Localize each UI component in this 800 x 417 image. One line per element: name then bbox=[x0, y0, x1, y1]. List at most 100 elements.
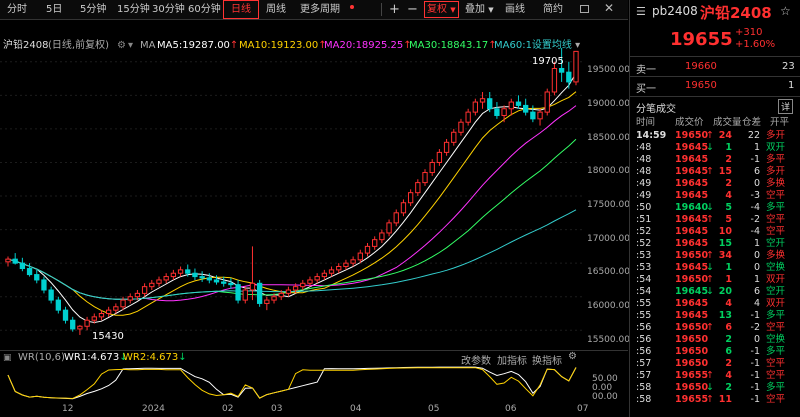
ma-legend: 沪铅2408 (日线,前复权) ⚙ ▾ MA MA5:19287.00↑ MA1… bbox=[0, 19, 628, 51]
menu-icon[interactable]: ☰ bbox=[636, 5, 646, 18]
tick-price: 19640 bbox=[675, 202, 709, 213]
tab-fenshi[interactable]: 分时 bbox=[7, 0, 27, 19]
candle bbox=[350, 256, 356, 267]
tick-type: 空换 bbox=[766, 262, 786, 273]
tick-volume: 1 bbox=[725, 262, 732, 273]
tab-5day[interactable]: 5日 bbox=[46, 0, 62, 19]
tick-oi-change: -1 bbox=[750, 382, 760, 393]
tick-type: 空平 bbox=[766, 214, 786, 225]
candle bbox=[544, 88, 550, 116]
candle bbox=[12, 253, 18, 265]
tick-time: :53 bbox=[636, 262, 652, 273]
quote-code: pb2408 bbox=[652, 4, 698, 18]
tab-15min[interactable]: 15分钟 bbox=[117, 0, 150, 19]
tick-time: :51 bbox=[636, 214, 652, 225]
tick-volume: 2 bbox=[725, 178, 732, 189]
candle bbox=[163, 273, 169, 284]
sell1-label: 卖一 bbox=[636, 65, 656, 76]
candlestick-chart[interactable] bbox=[0, 35, 585, 347]
tick-oi-change: 0 bbox=[753, 178, 760, 189]
tick-type: 空开 bbox=[766, 286, 786, 297]
fuquan-button[interactable]: 复权 ▼ bbox=[424, 1, 459, 18]
simple-mode-button[interactable]: 简约 bbox=[543, 0, 563, 19]
star-icon[interactable]: ☆ bbox=[780, 4, 791, 18]
tick-type: 双开 bbox=[766, 298, 786, 309]
chevron-down-icon: ▼ bbox=[450, 6, 456, 14]
tab-5min[interactable]: 5分钟 bbox=[80, 0, 106, 19]
tick-volume: 5 bbox=[725, 202, 732, 213]
draw-line-button[interactable]: 画线 bbox=[505, 0, 525, 19]
low-annotation: 15430 bbox=[92, 331, 124, 342]
tick-arrow: ↓ bbox=[706, 262, 714, 273]
candle bbox=[70, 316, 76, 332]
tick-row: :57 19655 ↑ 4 -1 空平 bbox=[630, 370, 800, 382]
tick-volume: 15 bbox=[718, 166, 732, 177]
wr-indicator-chart[interactable] bbox=[0, 364, 585, 402]
candle bbox=[256, 279, 263, 307]
tick-time: :48 bbox=[636, 142, 652, 153]
candle bbox=[415, 179, 421, 197]
tab-60min[interactable]: 60分钟 bbox=[188, 0, 221, 19]
tick-time: :56 bbox=[636, 346, 652, 357]
tab-weekly[interactable]: 周线 bbox=[266, 0, 286, 19]
candle bbox=[156, 276, 162, 287]
time-tick: 05 bbox=[428, 404, 440, 414]
candle bbox=[19, 257, 26, 272]
resize-icon[interactable] bbox=[580, 5, 589, 13]
tick-type: 多平 bbox=[766, 202, 786, 213]
zoom-out-button[interactable]: − bbox=[407, 0, 418, 19]
candle bbox=[62, 306, 69, 324]
tick-price: 19650 bbox=[675, 382, 709, 393]
tick-row: 14:59 19650 ↑ 24 22 多开 bbox=[630, 130, 800, 142]
ma30-line bbox=[7, 138, 577, 300]
candle bbox=[149, 279, 155, 291]
tick-price: 19645 bbox=[675, 214, 709, 225]
candle bbox=[422, 169, 428, 186]
tick-type: 空开 bbox=[766, 238, 786, 249]
tick-arrow: ↑ bbox=[706, 394, 714, 405]
candle bbox=[235, 279, 241, 304]
tick-oi-change: -3 bbox=[750, 190, 760, 201]
tick-row: :56 19650 2 0 空换 bbox=[630, 334, 800, 346]
settings-icon[interactable]: ⚙ bbox=[568, 351, 577, 362]
candle bbox=[566, 61, 572, 89]
tick-volume: 13 bbox=[718, 310, 732, 321]
candle bbox=[458, 118, 464, 136]
candle bbox=[443, 138, 450, 156]
tick-price: 19650 bbox=[675, 334, 709, 345]
tab-30min[interactable]: 30分钟 bbox=[152, 0, 185, 19]
candle bbox=[41, 276, 47, 294]
tick-row: :54 19645 ↓ 20 6 空开 bbox=[630, 286, 800, 298]
tick-price: 19650 bbox=[675, 322, 709, 333]
tick-row: :52 19645 15 1 空开 bbox=[630, 238, 800, 250]
tick-oi-change: -1 bbox=[750, 310, 760, 321]
indicator-name: WR(10,6) bbox=[18, 352, 65, 363]
tick-row: :48 19645 ↓ 1 1 双开 bbox=[630, 142, 800, 154]
time-tick: 04 bbox=[350, 404, 362, 414]
close-icon[interactable]: ✕ bbox=[604, 1, 614, 15]
overlay-button[interactable]: 叠加 ▼ bbox=[465, 0, 494, 19]
tab-more-periods[interactable]: 更多周期 bbox=[300, 0, 340, 19]
tick-type: 多开 bbox=[766, 130, 786, 141]
tick-volume: 2 bbox=[725, 382, 732, 393]
candle bbox=[213, 275, 220, 285]
tick-type: 双开 bbox=[766, 274, 786, 285]
ticks-detail-button[interactable]: 详 bbox=[778, 99, 794, 114]
tick-row: :58 19650 ↓ 2 -1 多平 bbox=[630, 382, 800, 394]
wr1-line bbox=[7, 366, 577, 400]
tick-price: 19650 bbox=[675, 130, 709, 141]
tick-type: 多开 bbox=[766, 166, 786, 177]
change-value: +310 bbox=[735, 27, 763, 38]
indicator-icon[interactable]: ▣ bbox=[3, 353, 12, 363]
indicator-tick: 00.00 bbox=[592, 392, 618, 402]
tab-daily[interactable]: 日线 bbox=[223, 0, 259, 19]
tick-time: :48 bbox=[636, 154, 652, 165]
candle bbox=[407, 189, 414, 207]
tick-type: 多平 bbox=[766, 346, 786, 357]
tick-oi-change: -1 bbox=[750, 358, 760, 369]
candle bbox=[221, 276, 227, 287]
zoom-in-button[interactable]: + bbox=[389, 0, 400, 19]
tick-type: 多换 bbox=[766, 178, 786, 189]
chevron-down-icon: ▼ bbox=[488, 6, 494, 14]
tick-time: :52 bbox=[636, 238, 652, 249]
